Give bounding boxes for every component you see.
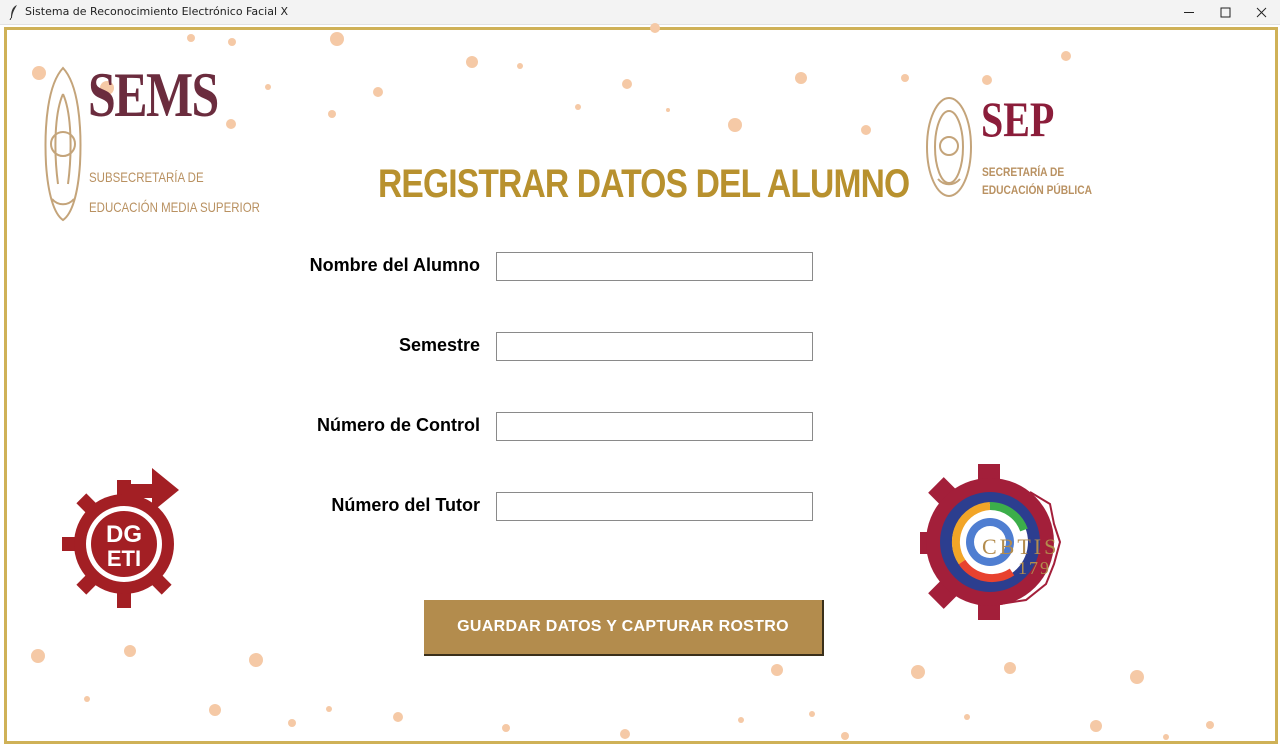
dgeti-line2: ETI	[107, 546, 141, 571]
control-number-input[interactable]	[496, 412, 813, 441]
save-and-capture-button[interactable]: GUARDAR DATOS Y CAPTURAR ROSTRO	[424, 600, 824, 656]
semester-input[interactable]	[496, 332, 813, 361]
tutor-number-label: Número del Tutor	[331, 495, 480, 515]
dgeti-logo: DG ETI	[62, 466, 180, 622]
cbtis-name: CBTIS	[982, 534, 1059, 559]
sems-subtitle-line2: EDUCACIÓN MEDIA SUPERIOR	[89, 199, 260, 215]
close-button[interactable]	[1243, 0, 1279, 24]
sems-logo-title: SEMS	[88, 59, 219, 130]
semester-label: Semestre	[398, 335, 480, 355]
student-name-label: Nombre del Alumno	[309, 255, 480, 275]
control-number-label: Número de Control	[316, 415, 480, 435]
cbtis-number: 179	[1018, 558, 1051, 578]
sep-logo	[924, 94, 974, 200]
sems-subtitle-line1: SUBSECRETARÍA DE	[89, 169, 204, 185]
maximize-icon	[1220, 7, 1230, 17]
student-name-input[interactable]	[496, 252, 813, 281]
feather-icon	[9, 5, 17, 20]
sep-logo-title: SEP	[981, 91, 1055, 147]
mexico-eagle-seal-icon	[44, 66, 82, 222]
close-icon	[1256, 7, 1266, 17]
sep-subtitle-line1: SECRETARÍA DE	[982, 165, 1065, 179]
tutor-number-input[interactable]	[496, 492, 813, 521]
sems-logo	[40, 64, 86, 224]
minimize-icon	[1183, 11, 1194, 13]
dgeti-line1: DG	[106, 521, 142, 548]
sep-subtitle-line2: EDUCACIÓN PÚBLICA	[982, 183, 1092, 197]
sems-logo-subtitle: SUBSECRETARÍA DE EDUCACIÓN MEDIA SUPERIO…	[89, 162, 260, 222]
cbtis-gear-icon: CBTIS 179	[920, 464, 1062, 620]
mexico-national-seal-icon	[926, 97, 972, 197]
maximize-button[interactable]	[1207, 0, 1243, 24]
cbtis-logo: CBTIS 179	[920, 464, 1064, 622]
sep-logo-subtitle: SECRETARÍA DE EDUCACIÓN PÚBLICA	[982, 163, 1092, 199]
page-title: REGISTRAR DATOS DEL ALUMNO	[378, 162, 910, 206]
dgeti-gear-arrow-icon: DG ETI	[62, 468, 179, 608]
minimize-button[interactable]	[1171, 0, 1207, 24]
window-title-bar[interactable]: Sistema de Reconocimiento Electrónico Fa…	[0, 0, 1280, 25]
window-title: Sistema de Reconocimiento Electrónico Fa…	[25, 5, 289, 18]
